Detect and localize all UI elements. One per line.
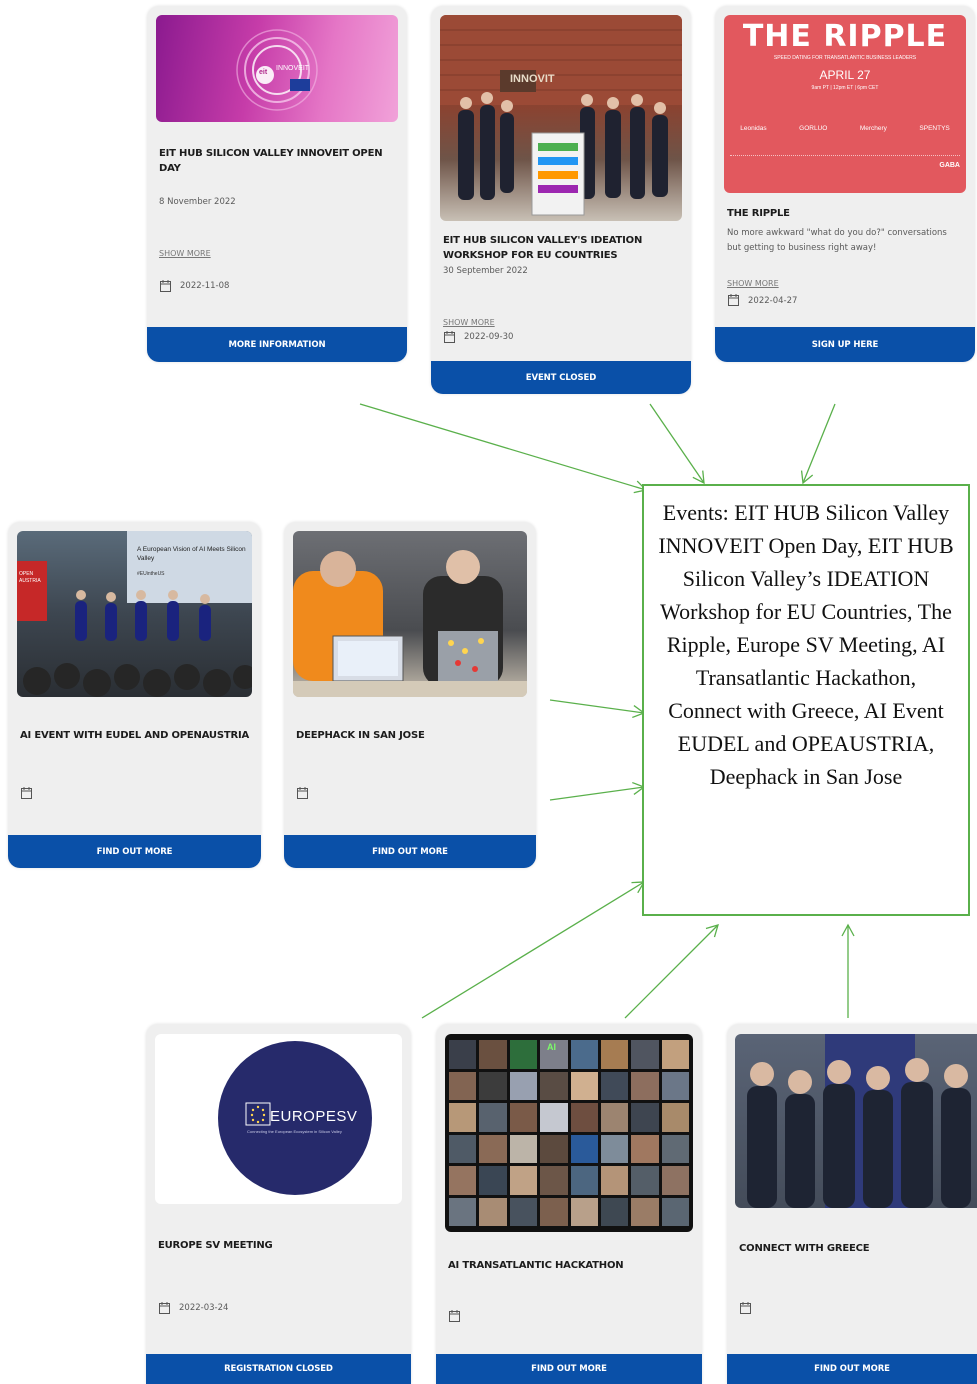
hackers-photo-icon [293,550,527,697]
ripple-show-more-link[interactable]: SHOW MORE [727,279,779,288]
deephack-photo [293,531,527,697]
ai-event-side-banner: OPEN AUSTRIA [19,571,41,584]
arrow-ideation [649,403,705,485]
ideation-show-more-link[interactable]: SHOW MORE [443,318,495,327]
europesv-date: 2022-03-24 [179,1303,229,1313]
calendar-icon [297,787,308,799]
arrow-deephack [549,781,646,801]
arrow-innoveit [359,403,648,494]
calendar-icon [728,294,739,306]
innoveit-image: eit INNOVEIT [156,15,398,122]
innoveit-logo-text: INNOVEIT [276,65,310,72]
ripple-poster-date: APRIL 27 [819,68,871,82]
innoveit-date: 2022-11-08 [180,281,230,291]
deephack-find-out-more-button[interactable]: FIND OUT MORE [284,835,536,868]
europesv-logo-panel: EUROPESV Connecting the European Ecosyst… [155,1034,402,1204]
greece-title: CONNECT WITH GREECE [739,1243,870,1254]
arrow-ripple [800,403,836,485]
calendar-icon [449,1310,460,1322]
europesv-logo-sub: Connecting the European Ecosystem in Sil… [247,1129,342,1134]
ripple-poster-title: THE RIPPLE [742,19,948,54]
ideation-event-closed-button[interactable]: EVENT CLOSED [431,361,691,394]
ripple-sign-up-button[interactable]: SIGN UP HERE [715,327,975,362]
ripple-title: THE RIPPLE [727,208,790,219]
calendar-icon [159,1302,170,1314]
event-card-ripple: THE RIPPLE SPEED DATING FOR TRANSATLANTI… [715,6,975,362]
ripple-badge: GABA [939,162,960,169]
hackathon-screen-tag: AI [547,1042,556,1052]
greece-photo [735,1034,977,1208]
ripple-poster-sub: SPEED DATING FOR TRANSATLANTIC BUSINESS … [773,55,917,61]
events-summary-box: Events: EIT HUB Silicon Valley INNOVEIT … [642,484,970,916]
ripple-sponsors: Leonidas GORLUO Merchery SPENTYS [724,125,966,132]
hackathon-video-grid: AI [445,1034,693,1232]
ideation-photo: INNOVIT [440,15,682,221]
ai-event-title: AI EVENT WITH EUDEL AND OPENAUSTRIA [20,730,250,741]
arrow-hackathon [624,924,719,1019]
event-card-greece: CONNECT WITH GREECE FIND OUT MORE [727,1024,977,1384]
ripple-date: 2022-04-27 [748,296,798,306]
calendar-icon [21,787,32,799]
ripple-poster-time: 9am PT | 12pm ET | 6pm CET [811,85,879,91]
ideation-date: 2022-09-30 [464,332,514,342]
europesv-logo-text: EUROPESV [270,1108,358,1125]
delegation-photo-icon [747,1034,971,1208]
hackathon-title: AI TRANSATLANTIC HACKATHON [448,1260,624,1271]
calendar-icon [160,280,171,292]
arrow-europesv [421,881,646,1019]
ai-event-banner-tag: #EUintheUS [137,571,165,577]
ideation-desc: 30 September 2022 [443,266,528,276]
event-card-europe-sv: EUROPESV Connecting the European Ecosyst… [146,1024,411,1384]
sponsor-3: SPENTYS [919,125,950,132]
sponsor-0: Leonidas [740,125,767,132]
ideation-sign-text: INNOVIT [510,73,555,85]
calendar-icon [740,1302,751,1314]
innoveit-more-info-button[interactable]: MORE INFORMATION [147,327,407,362]
ai-event-find-out-more-button[interactable]: FIND OUT MORE [8,835,261,868]
europesv-title: EUROPE SV MEETING [158,1240,273,1251]
event-card-innoveit: eit INNOVEIT EIT HUB SILICON VALLEY INNO… [147,6,407,362]
ripple-desc: No more awkward "what do you do?" conver… [727,228,947,253]
ai-event-banner-text: A European Vision of AI Meets Silicon Va… [137,546,246,562]
hackathon-find-out-more-button[interactable]: FIND OUT MORE [436,1354,702,1384]
innoveit-title: EIT HUB SILICON VALLEY INNOVEIT OPEN DAY [159,148,383,174]
innoveit-logo-small: eit [259,69,268,76]
ripple-poster: THE RIPPLE SPEED DATING FOR TRANSATLANTI… [724,15,966,193]
ripple-partner-strip: GABA [730,155,960,184]
ideation-title: EIT HUB SILICON VALLEY'S IDEATION WORKSH… [443,235,643,261]
event-card-hackathon: AI AI TRANSATLANTIC HACKATHON FIND OUT M… [436,1024,702,1384]
ai-event-photo: A European Vision of AI Meets Silicon Va… [17,531,252,697]
event-card-ideation: INNOVIT EIT HUB SILICON VALLEY'S IDEATIO… [431,6,691,394]
europesv-registration-closed-button[interactable]: REGISTRATION CLOSED [146,1354,411,1384]
sponsor-2: Merchery [859,125,887,132]
arrow-ai-event [549,699,646,719]
innoveit-desc: 8 November 2022 [159,197,236,207]
video-grid-tiles [449,1040,689,1226]
event-card-ai-event: A European Vision of AI Meets Silicon Va… [8,522,261,868]
group-photo-icon [440,15,682,216]
innoveit-show-more-link[interactable]: SHOW MORE [159,249,211,258]
sponsor-1: GORLUO [799,125,828,132]
greece-find-out-more-button[interactable]: FIND OUT MORE [727,1354,977,1384]
event-card-deephack: DEEPHACK IN SAN JOSE FIND OUT MORE [284,522,536,868]
calendar-icon [444,331,455,343]
deephack-title: DEEPHACK IN SAN JOSE [296,730,425,741]
